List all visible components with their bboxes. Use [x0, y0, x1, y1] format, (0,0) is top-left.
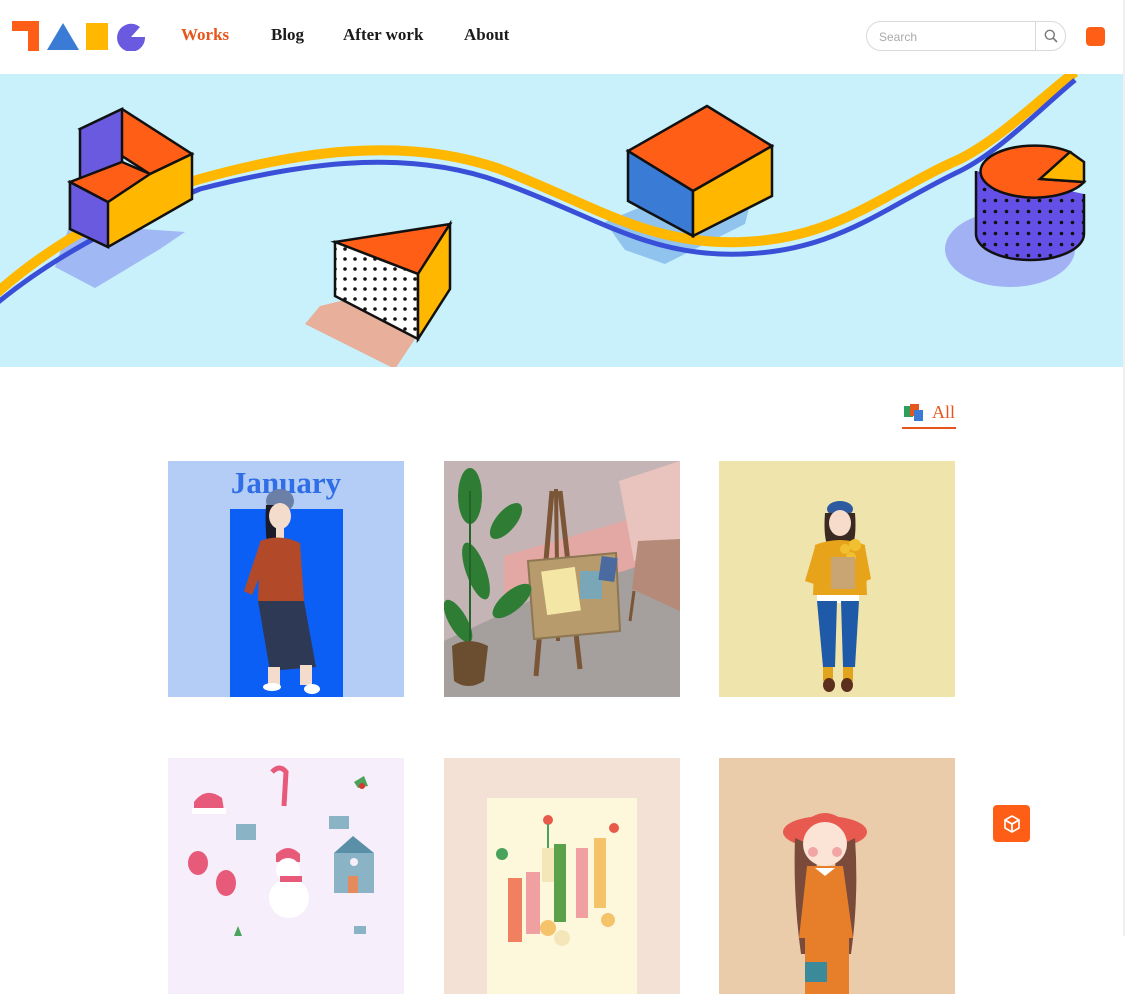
logo[interactable]	[12, 21, 146, 51]
search-box	[866, 21, 1066, 51]
search-input[interactable]	[877, 26, 1036, 48]
filter-label: All	[932, 402, 956, 422]
cube-icon	[1003, 814, 1020, 833]
search-button[interactable]	[1035, 22, 1065, 50]
category-icon	[904, 404, 923, 421]
search-icon	[1044, 29, 1058, 43]
hero-banner	[0, 74, 1125, 367]
floating-cube-button[interactable]	[993, 805, 1030, 842]
user-menu-button[interactable]	[1086, 27, 1105, 46]
nav-works[interactable]: Works	[181, 22, 229, 48]
nav-blog[interactable]: Blog	[271, 22, 304, 48]
work-card[interactable]	[719, 461, 955, 697]
artwork-january: January	[168, 461, 404, 697]
work-card[interactable]	[168, 758, 404, 994]
artwork-easel-room	[444, 461, 680, 697]
work-card[interactable]: January	[168, 461, 404, 697]
work-card[interactable]	[719, 758, 955, 994]
artwork-christmas-pattern	[168, 758, 404, 994]
nav-about[interactable]: About	[464, 22, 509, 48]
work-card[interactable]	[444, 758, 680, 994]
artwork-bottles	[444, 758, 680, 994]
work-card[interactable]	[444, 461, 680, 697]
nav-after-work[interactable]: After work	[343, 22, 423, 48]
filter-underline	[902, 427, 956, 429]
category-filter-all[interactable]: All	[902, 400, 956, 430]
artwork-sunflower-girl	[719, 461, 955, 697]
banner-illustration	[0, 74, 1087, 367]
artwork-hat-girl	[719, 758, 955, 994]
site-header: Works Blog After work About	[0, 0, 1125, 74]
